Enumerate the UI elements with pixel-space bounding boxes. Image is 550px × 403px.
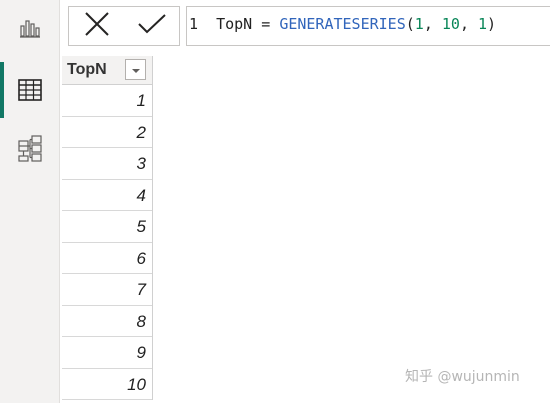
formula-function: GENERATESERIES — [279, 15, 406, 33]
formula-editor[interactable]: 1 TopN = GENERATESERIES(1, 10, 1) — [186, 6, 550, 46]
cancel-formula-button[interactable] — [69, 7, 124, 45]
formula-operator: = — [252, 15, 280, 33]
table-row[interactable]: 5 — [62, 211, 152, 243]
column-header[interactable]: TopN — [62, 56, 152, 85]
formula-close-paren: ) — [487, 15, 497, 33]
table-row[interactable]: 6 — [62, 243, 152, 274]
formula-actions — [68, 6, 180, 46]
commit-formula-button[interactable] — [124, 7, 179, 45]
table-grid-icon — [18, 79, 42, 101]
checkmark-icon — [137, 13, 167, 40]
report-view-button[interactable] — [0, 2, 60, 54]
table-row[interactable]: 1 — [62, 85, 152, 117]
table-row[interactable]: 10 — [62, 369, 152, 400]
formula-separator: , — [459, 15, 478, 33]
line-number: 1 — [189, 15, 199, 33]
table-row[interactable]: 2 — [62, 117, 152, 148]
view-rail — [0, 0, 60, 403]
formula-arg-start: 1 — [414, 15, 424, 33]
model-view-button[interactable] — [0, 122, 60, 174]
close-icon — [84, 11, 110, 42]
column-header-label: TopN — [67, 61, 107, 78]
table-row[interactable]: 9 — [62, 337, 152, 369]
data-table: TopN 1 2 3 4 5 6 7 8 9 10 — [62, 56, 153, 400]
power-bi-data-view: 1 TopN = GENERATESERIES(1, 10, 1) TopN 1… — [0, 0, 550, 403]
formula-arg-end: 10 — [441, 15, 460, 33]
formula-arg-increment: 1 — [478, 15, 488, 33]
data-view-button[interactable] — [0, 62, 60, 118]
formula-table-name: TopN — [216, 15, 253, 33]
table-row[interactable]: 3 — [62, 148, 152, 180]
chevron-down-icon — [131, 61, 141, 79]
formula-separator: , — [423, 15, 442, 33]
bar-chart-icon — [19, 17, 41, 39]
table-row[interactable]: 7 — [62, 274, 152, 306]
table-row[interactable]: 8 — [62, 306, 152, 337]
formula-open-paren: ( — [405, 15, 415, 33]
table-row[interactable]: 4 — [62, 180, 152, 211]
watermark: 知乎 @wujunmin — [405, 369, 520, 385]
column-filter-button[interactable] — [125, 59, 146, 80]
model-diagram-icon — [16, 134, 44, 162]
